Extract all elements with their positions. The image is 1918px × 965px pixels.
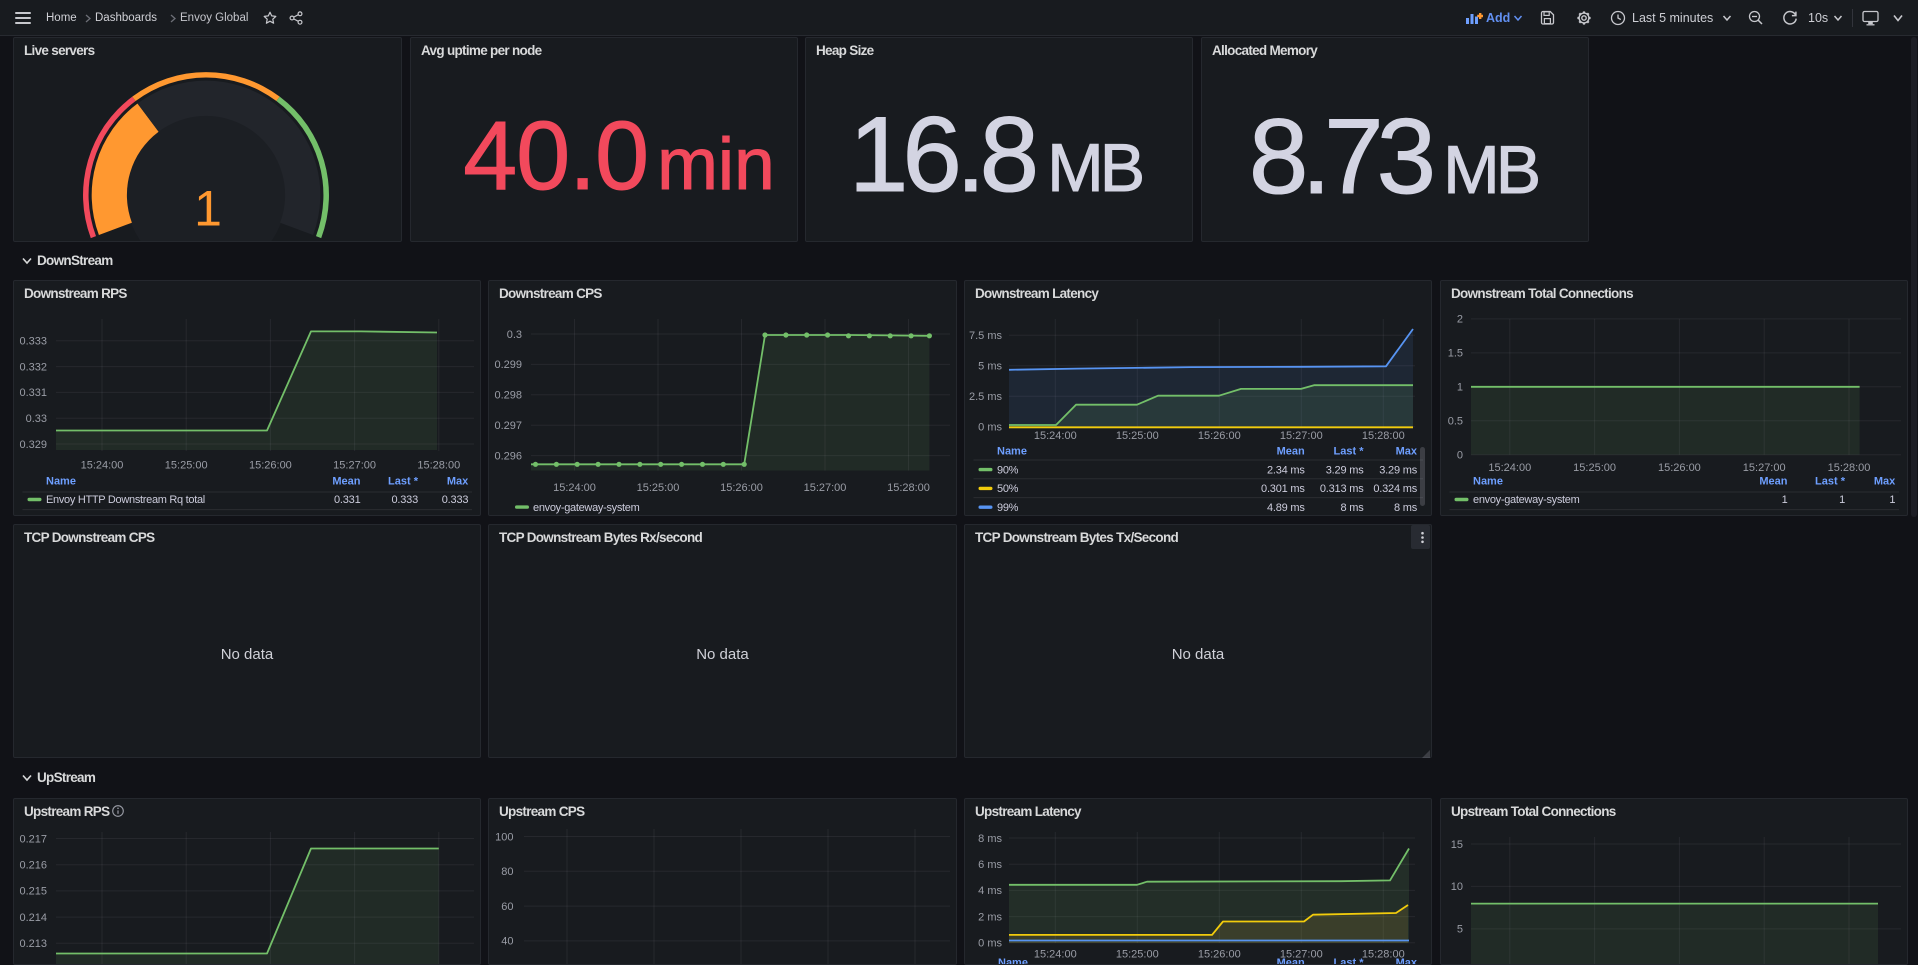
svg-text:0.3: 0.3 [507,329,522,341]
svg-text:8 ms: 8 ms [1394,502,1418,514]
svg-text:Last *: Last * [1334,957,1365,964]
svg-text:15:25:00: 15:25:00 [1573,462,1616,474]
svg-text:4.89 ms: 4.89 ms [1267,502,1305,514]
svg-text:80: 80 [501,866,513,878]
svg-text:2 ms: 2 ms [978,911,1002,923]
svg-text:50%: 50% [997,483,1019,495]
svg-text:15:25:00: 15:25:00 [637,482,680,494]
svg-text:0.331: 0.331 [334,494,361,506]
svg-text:100: 100 [495,831,513,843]
svg-text:15:25:00: 15:25:00 [165,460,208,472]
svg-text:15:27:00: 15:27:00 [1743,462,1786,474]
svg-text:envoy-gateway-system: envoy-gateway-system [533,502,640,514]
svg-text:0.333: 0.333 [442,494,469,506]
svg-text:0.296: 0.296 [494,450,522,462]
svg-text:Name: Name [997,446,1027,458]
svg-text:0.298: 0.298 [494,390,522,402]
svg-text:0.5: 0.5 [1448,416,1463,428]
svg-text:15:26:00: 15:26:00 [249,460,292,472]
svg-text:0.301 ms: 0.301 ms [1261,483,1305,495]
svg-text:15: 15 [1451,839,1463,851]
svg-text:0.216: 0.216 [19,860,47,872]
svg-text:0.213: 0.213 [19,938,47,950]
svg-text:0.332: 0.332 [19,361,47,373]
svg-text:2: 2 [1457,314,1463,326]
svg-text:0.333: 0.333 [19,336,47,348]
svg-text:15:26:00: 15:26:00 [1658,462,1701,474]
svg-text:15:25:00: 15:25:00 [1116,430,1159,442]
svg-text:Last *: Last * [388,476,419,488]
svg-text:0.297: 0.297 [494,420,522,432]
svg-text:Max: Max [1396,957,1418,964]
svg-text:Last *: Last * [1334,446,1365,458]
svg-text:15:24:00: 15:24:00 [1034,948,1077,960]
svg-text:10: 10 [1451,881,1463,893]
svg-text:0.33: 0.33 [26,413,47,425]
svg-text:0.214: 0.214 [19,912,47,924]
svg-text:15:24:00: 15:24:00 [1488,462,1531,474]
svg-text:1: 1 [1839,494,1845,506]
svg-text:1: 1 [1889,494,1895,506]
svg-text:1: 1 [1782,494,1788,506]
svg-text:15:26:00: 15:26:00 [720,482,763,494]
svg-text:1.5: 1.5 [1448,348,1463,360]
svg-text:Mean: Mean [1759,476,1787,488]
svg-text:90%: 90% [997,464,1019,476]
svg-text:7.5 ms: 7.5 ms [969,330,1003,342]
svg-text:0.299: 0.299 [494,359,522,371]
svg-text:Mean: Mean [332,476,360,488]
svg-text:15:28:00: 15:28:00 [1828,462,1871,474]
svg-text:15:28:00: 15:28:00 [887,482,930,494]
svg-text:Max: Max [1396,446,1418,458]
svg-text:0: 0 [1457,450,1463,462]
svg-text:3.29 ms: 3.29 ms [1379,464,1417,476]
svg-text:2.34 ms: 2.34 ms [1267,464,1305,476]
svg-text:Envoy HTTP Downstream Rq total: Envoy HTTP Downstream Rq total [46,494,205,506]
svg-text:Mean: Mean [1277,957,1305,964]
svg-text:0.217: 0.217 [19,833,47,845]
svg-text:2.5 ms: 2.5 ms [969,391,1003,403]
svg-text:15:26:00: 15:26:00 [1198,430,1241,442]
svg-text:0.329: 0.329 [19,439,47,451]
svg-text:8 ms: 8 ms [1340,502,1364,514]
svg-text:Last *: Last * [1815,476,1846,488]
svg-text:Max: Max [447,476,469,488]
svg-text:0.215: 0.215 [19,886,47,898]
svg-text:8 ms: 8 ms [978,833,1002,845]
svg-text:0 ms: 0 ms [978,422,1002,434]
svg-text:0.331: 0.331 [19,387,47,399]
svg-text:15:28:00: 15:28:00 [1362,430,1405,442]
svg-text:5 ms: 5 ms [978,361,1002,373]
svg-text:6 ms: 6 ms [978,859,1002,871]
svg-text:Name: Name [46,476,76,488]
svg-text:15:27:00: 15:27:00 [333,460,376,472]
svg-text:15:24:00: 15:24:00 [81,460,124,472]
svg-text:0.313 ms: 0.313 ms [1320,483,1364,495]
svg-text:40: 40 [501,936,513,948]
svg-text:3.29 ms: 3.29 ms [1326,464,1364,476]
svg-text:15:27:00: 15:27:00 [1280,430,1323,442]
svg-text:15:28:00: 15:28:00 [417,460,460,472]
svg-text:Name: Name [998,957,1028,964]
svg-text:0.333: 0.333 [391,494,418,506]
svg-text:Max: Max [1874,476,1896,488]
svg-text:5: 5 [1457,924,1463,936]
svg-text:4 ms: 4 ms [978,885,1002,897]
svg-text:Mean: Mean [1277,446,1305,458]
svg-text:60: 60 [501,901,513,913]
svg-text:0 ms: 0 ms [978,938,1002,950]
svg-text:15:24:00: 15:24:00 [1034,430,1077,442]
svg-text:15:27:00: 15:27:00 [804,482,847,494]
svg-text:15:25:00: 15:25:00 [1116,948,1159,960]
svg-text:15:26:00: 15:26:00 [1198,948,1241,960]
svg-text:15:24:00: 15:24:00 [553,482,596,494]
svg-text:1: 1 [1457,382,1463,394]
svg-text:Name: Name [1473,476,1503,488]
svg-text:envoy-gateway-system: envoy-gateway-system [1473,494,1580,506]
svg-text:1: 1 [194,181,222,237]
svg-text:99%: 99% [997,502,1019,514]
svg-text:0.324 ms: 0.324 ms [1373,483,1417,495]
